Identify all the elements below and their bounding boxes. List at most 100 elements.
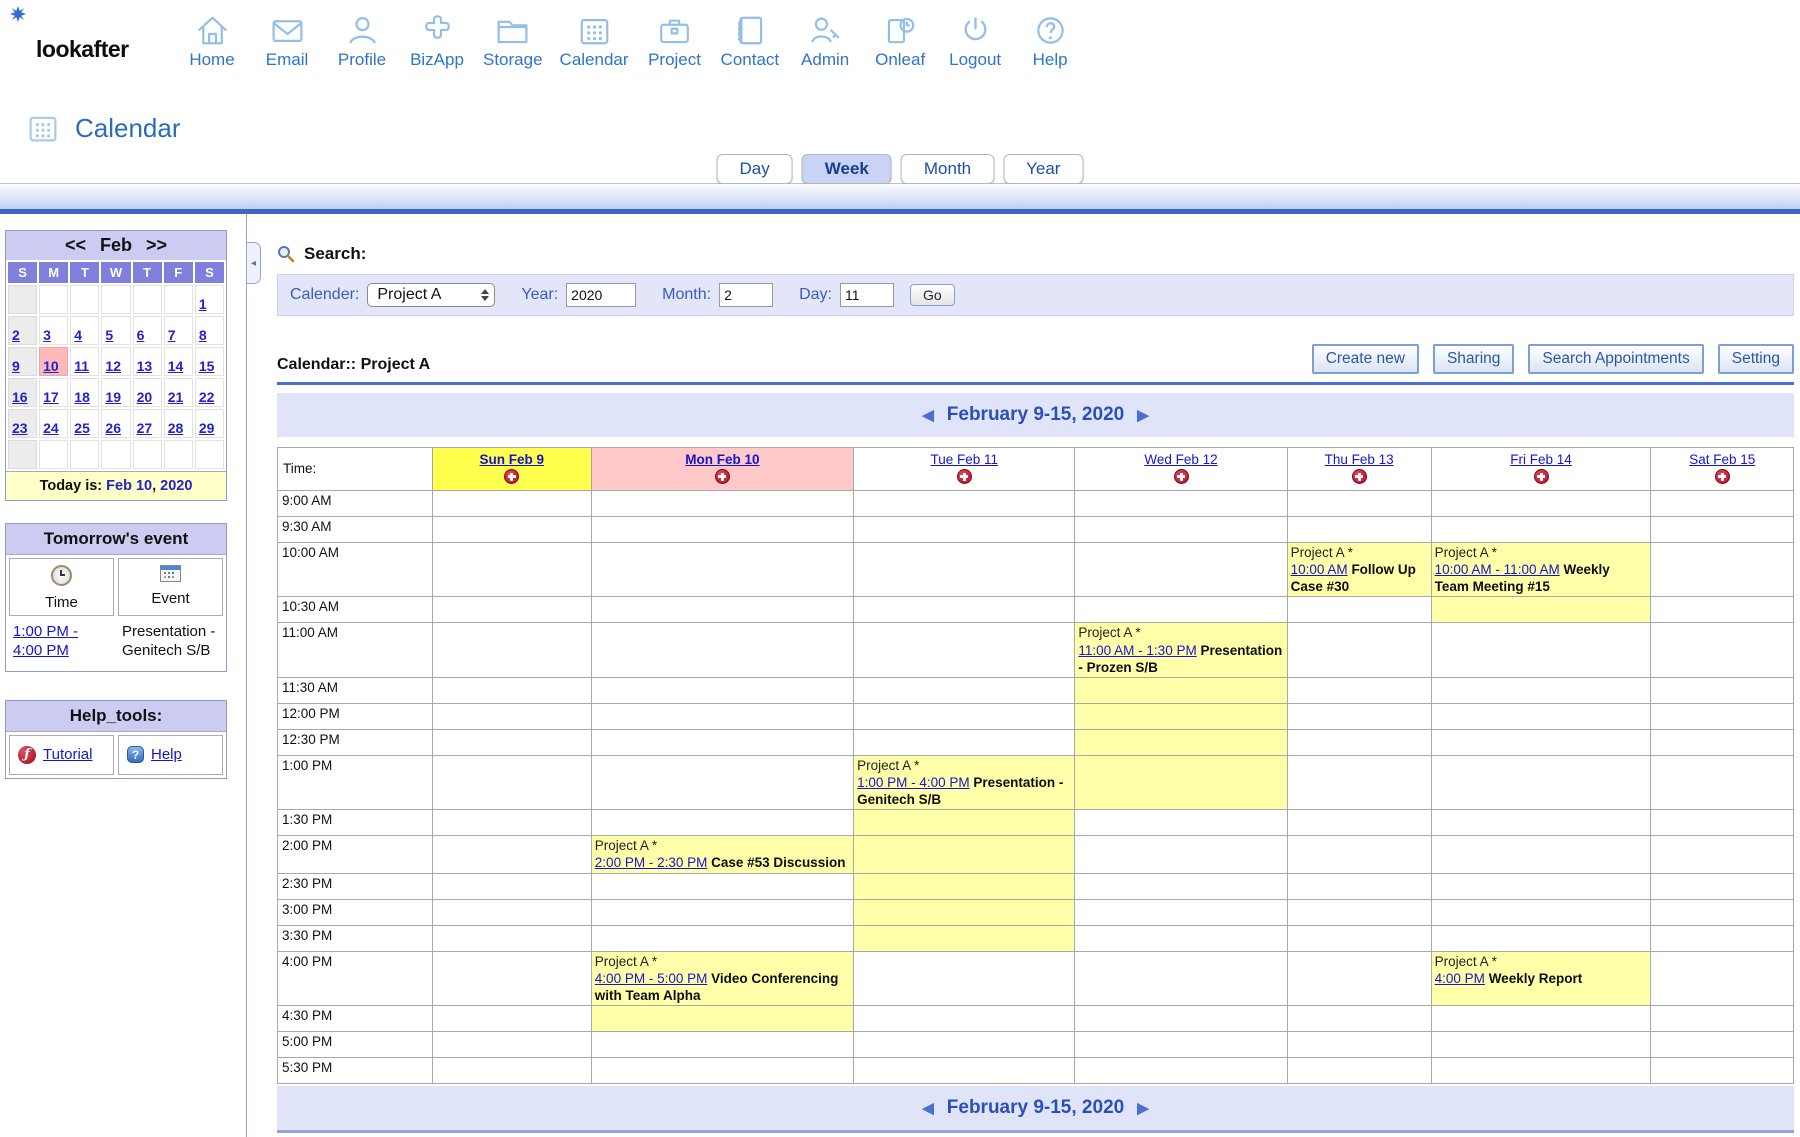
mini-calendar-day-link[interactable]: 26	[105, 420, 121, 436]
setting-button[interactable]: Setting	[1718, 344, 1794, 374]
mini-calendar-day-cell: 4	[70, 316, 99, 345]
tab-day[interactable]: Day	[717, 154, 793, 184]
mini-calendar-day-link[interactable]: 5	[105, 327, 113, 343]
mini-calendar-day-link[interactable]: 4	[74, 327, 82, 343]
mini-calendar-day-link[interactable]: 23	[12, 420, 28, 436]
add-appointment-icon[interactable]	[1352, 469, 1367, 484]
mini-calendar-day-link[interactable]: 22	[199, 389, 215, 405]
mini-calendar-day-link[interactable]: 18	[74, 389, 90, 405]
add-appointment-icon[interactable]	[715, 469, 730, 484]
nav-item-profile[interactable]: Profile	[333, 12, 391, 70]
mini-calendar-day-link[interactable]: 28	[168, 420, 184, 436]
sidebar-collapse-handle[interactable]	[247, 242, 261, 284]
appointment-time-link[interactable]: 10:00 AM - 11:00 AM	[1435, 562, 1560, 577]
mini-calendar-day-link[interactable]: 7	[168, 327, 176, 343]
mini-calendar-day-cell: 1	[195, 285, 224, 314]
day-header-link[interactable]: Thu Feb 13	[1325, 452, 1394, 467]
mini-calendar-day-link[interactable]: 27	[137, 420, 153, 436]
add-appointment-icon[interactable]	[1715, 469, 1730, 484]
mini-calendar-day-link[interactable]: 9	[12, 358, 20, 374]
nav-item-logout[interactable]: Logout	[946, 12, 1004, 70]
mini-calendar-day-link[interactable]: 13	[137, 358, 153, 374]
mini-calendar-day-link[interactable]: 24	[43, 420, 59, 436]
tab-year[interactable]: Year	[1003, 154, 1083, 184]
mini-calendar-day-link[interactable]: 2	[12, 327, 20, 343]
appointment-time-link[interactable]: 4:00 PM	[1435, 971, 1485, 986]
appointment-time-link[interactable]: 11:00 AM - 1:30 PM	[1078, 643, 1196, 658]
empty-slot-cell	[591, 729, 853, 755]
empty-slot-cell	[432, 1005, 591, 1031]
nav-item-home[interactable]: Home	[183, 12, 241, 70]
appointment-calendar-name: Project A *	[1435, 545, 1497, 560]
prev-month-link[interactable]: <<	[65, 235, 86, 256]
month-input[interactable]	[719, 283, 773, 307]
sharing-button[interactable]: Sharing	[1433, 344, 1514, 374]
appointment-time-link[interactable]: 2:00 PM - 2:30 PM	[595, 855, 708, 870]
nav-item-onleaf[interactable]: Onleaf	[871, 12, 929, 70]
mini-calendar-day-link[interactable]: 20	[137, 389, 153, 405]
mini-calendar-day-cell: 21	[164, 378, 193, 407]
storage-icon	[494, 12, 531, 49]
nav-item-project[interactable]: Project	[646, 12, 704, 70]
empty-slot-cell	[1431, 925, 1651, 951]
mini-calendar-day-link[interactable]: 11	[74, 358, 89, 374]
mini-calendar-day-link[interactable]: 25	[74, 420, 90, 436]
mini-calendar-day-link[interactable]: 14	[168, 358, 184, 374]
mini-calendar-day-link[interactable]: 10	[43, 358, 59, 374]
help-link[interactable]: Help	[151, 746, 182, 763]
day-input[interactable]	[840, 283, 894, 307]
tutorial-link[interactable]: Tutorial	[43, 746, 92, 763]
tab-month[interactable]: Month	[901, 154, 994, 184]
today-year-link[interactable]: 2020	[160, 478, 192, 494]
nav-item-bizapp[interactable]: BizApp	[408, 12, 466, 70]
mini-calendar-day-link[interactable]: 1	[199, 296, 207, 312]
tomorrow-event-time-link[interactable]: 1:00 PM - 4:00 PM	[13, 623, 78, 659]
mini-calendar-day-cell: 22	[195, 378, 224, 407]
day-header-link[interactable]: Tue Feb 11	[930, 452, 998, 467]
day-header-link[interactable]: Wed Feb 12	[1144, 452, 1217, 467]
mini-calendar-day-link[interactable]: 12	[105, 358, 121, 374]
mini-calendar-day-link[interactable]: 15	[199, 358, 215, 374]
nav-item-storage[interactable]: Storage	[483, 12, 543, 70]
mini-calendar-day-link[interactable]: 6	[137, 327, 145, 343]
nav-item-contact[interactable]: Contact	[721, 12, 780, 70]
mini-calendar-day-link[interactable]: 29	[199, 420, 215, 436]
search-appointments-button[interactable]: Search Appointments	[1528, 344, 1703, 374]
day-header-link[interactable]: Mon Feb 10	[685, 452, 759, 467]
nav-item-calendar[interactable]: Calendar	[560, 12, 629, 70]
add-appointment-icon[interactable]	[1174, 469, 1189, 484]
prev-week-arrow-bottom[interactable]	[922, 1099, 934, 1117]
add-appointment-icon[interactable]	[1534, 469, 1549, 484]
mini-calendar-day-link[interactable]: 17	[43, 389, 59, 405]
mini-calendar-day-link[interactable]: 19	[105, 389, 121, 405]
nav-item-email[interactable]: Email	[258, 12, 316, 70]
prev-week-arrow[interactable]	[922, 406, 934, 424]
calendar-select[interactable]: Project A	[367, 283, 495, 307]
day-header-link[interactable]: Sun Feb 9	[479, 452, 544, 467]
mini-calendar-day-link[interactable]: 16	[12, 389, 28, 405]
mini-calendar-day-link[interactable]: 21	[168, 389, 184, 405]
day-header-link[interactable]: Fri Feb 14	[1510, 452, 1572, 467]
appointment-time-link[interactable]: 1:00 PM - 4:00 PM	[857, 775, 970, 790]
appointment-time-link[interactable]: 10:00 AM	[1291, 562, 1348, 577]
next-month-link[interactable]: >>	[146, 235, 167, 256]
mini-calendar-day-link[interactable]: 3	[43, 327, 51, 343]
nav-item-help[interactable]: Help	[1021, 12, 1079, 70]
add-appointment-icon[interactable]	[957, 469, 972, 484]
next-week-arrow-bottom[interactable]	[1137, 1099, 1149, 1117]
add-appointment-icon[interactable]	[504, 469, 519, 484]
calendar-app-window: lookafter HomeEmailProfileBizAppStorageC…	[0, 0, 1800, 1137]
create-new-button[interactable]: Create new	[1312, 344, 1419, 374]
mini-calendar-empty-cell	[101, 440, 130, 469]
appointment-time-link[interactable]: 4:00 PM - 5:00 PM	[595, 971, 708, 986]
year-input[interactable]	[566, 283, 636, 307]
today-date-link[interactable]: Feb 10	[106, 478, 152, 494]
go-button[interactable]: Go	[910, 284, 955, 306]
empty-slot-cell	[1651, 1031, 1794, 1057]
day-header-link[interactable]: Sat Feb 15	[1689, 452, 1755, 467]
nav-item-admin[interactable]: Admin	[796, 12, 854, 70]
next-week-arrow[interactable]	[1137, 406, 1149, 424]
tab-week[interactable]: Week	[802, 154, 892, 184]
mini-calendar-day-link[interactable]: 8	[199, 327, 207, 343]
nav-item-label: Admin	[801, 50, 849, 70]
